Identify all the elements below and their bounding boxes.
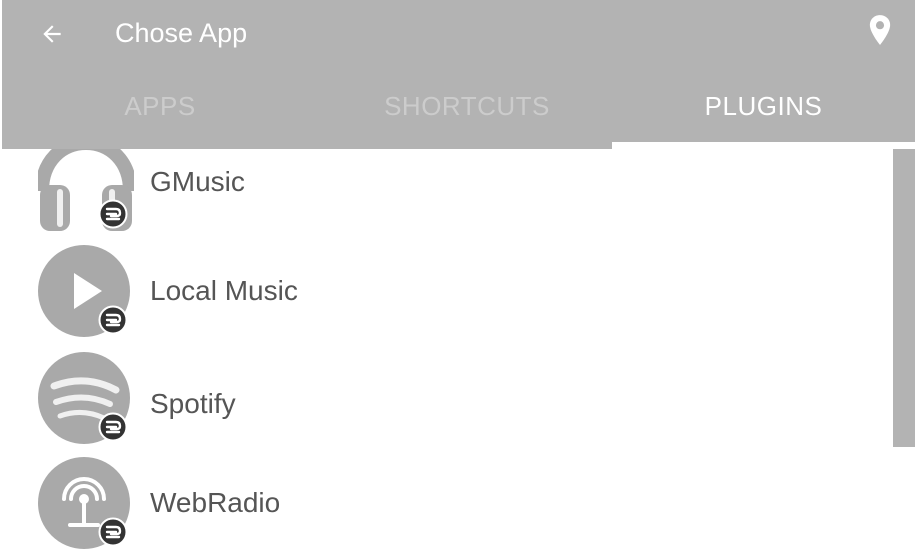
spotify-app-icon bbox=[38, 352, 134, 448]
plugin-badge-icon bbox=[98, 305, 128, 335]
page-title: Chose App bbox=[115, 18, 248, 48]
list-item-spotify[interactable]: Spotify bbox=[0, 352, 891, 454]
tab-bar: APPS SHORTCUTS PLUGINS bbox=[2, 70, 915, 149]
scrollbar[interactable] bbox=[893, 149, 915, 447]
list-item-label: Spotify bbox=[150, 388, 236, 419]
plugin-badge-icon bbox=[98, 412, 128, 442]
map-pin-icon bbox=[869, 15, 891, 45]
plugin-badge-icon bbox=[98, 517, 128, 547]
list-item-webradio[interactable]: WebRadio bbox=[0, 457, 891, 552]
list-item-label: Local Music bbox=[150, 275, 298, 306]
local-music-app-icon bbox=[38, 245, 134, 341]
list-item-label: GMusic bbox=[150, 166, 245, 197]
tab-apps[interactable]: APPS bbox=[8, 70, 312, 142]
active-tab-indicator bbox=[612, 142, 915, 149]
list-item-gmusic[interactable]: GMusic bbox=[0, 149, 891, 241]
webradio-app-icon bbox=[38, 457, 134, 552]
list-item-label: WebRadio bbox=[150, 487, 281, 518]
tab-shortcuts[interactable]: SHORTCUTS bbox=[315, 70, 619, 142]
plugin-list: GMusic Local Music Spotify WebRadio bbox=[0, 149, 891, 552]
list-item-local-music[interactable]: Local Music bbox=[0, 245, 891, 347]
arrow-left-icon bbox=[43, 25, 61, 43]
gmusic-app-icon bbox=[35, 149, 137, 235]
back-button[interactable] bbox=[32, 14, 72, 54]
tab-plugins[interactable]: PLUGINS bbox=[612, 70, 915, 142]
app-bar: Chose App APPS SHORTCUTS PLUGINS bbox=[2, 0, 915, 149]
plugin-badge-icon bbox=[98, 199, 128, 229]
location-button[interactable] bbox=[860, 10, 900, 50]
